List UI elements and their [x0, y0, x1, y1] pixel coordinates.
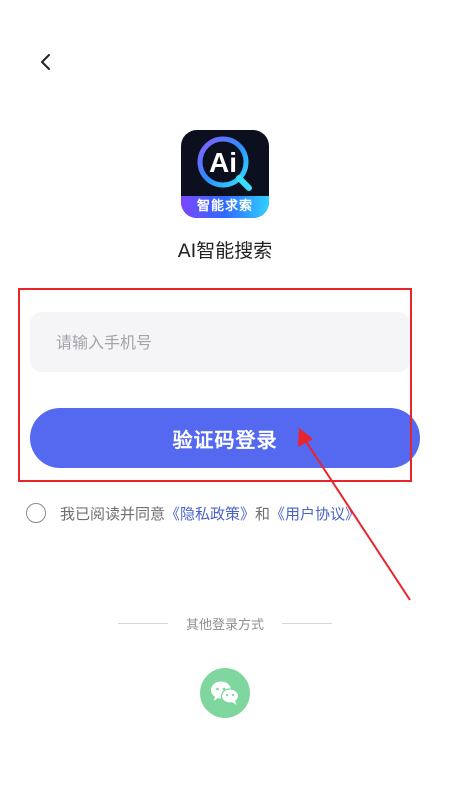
divider-line-right	[282, 623, 332, 624]
other-login-label: 其他登录方式	[185, 618, 264, 633]
agreement-joiner: 和	[255, 504, 271, 523]
privacy-policy-link[interactable]: 《隐私政策》	[165, 503, 255, 524]
user-agreement-link[interactable]: 《用户协议》	[270, 503, 360, 524]
agree-radio[interactable]	[26, 503, 46, 523]
back-button[interactable]	[32, 47, 60, 77]
logo-text: Ai	[209, 147, 237, 178]
chevron-left-icon	[41, 54, 50, 70]
agreement-row: 我已阅读并同意 《隐私政策》 和 《用户协议》	[26, 500, 360, 526]
divider-line-left	[117, 623, 168, 624]
agreement-prefix: 我已阅读并同意	[60, 504, 166, 523]
other-login-divider: 其他登录方式	[0, 614, 450, 633]
app-logo: Ai 智能求索	[181, 130, 269, 218]
logo-ai-mark: Ai	[197, 136, 252, 191]
app-name: AI智能搜索	[177, 240, 273, 262]
wechat-login-button[interactable]	[200, 668, 250, 718]
annotation-highlight-box	[18, 288, 412, 482]
logo-banner: 智能求索	[181, 196, 269, 218]
wechat-icon	[211, 681, 240, 705]
